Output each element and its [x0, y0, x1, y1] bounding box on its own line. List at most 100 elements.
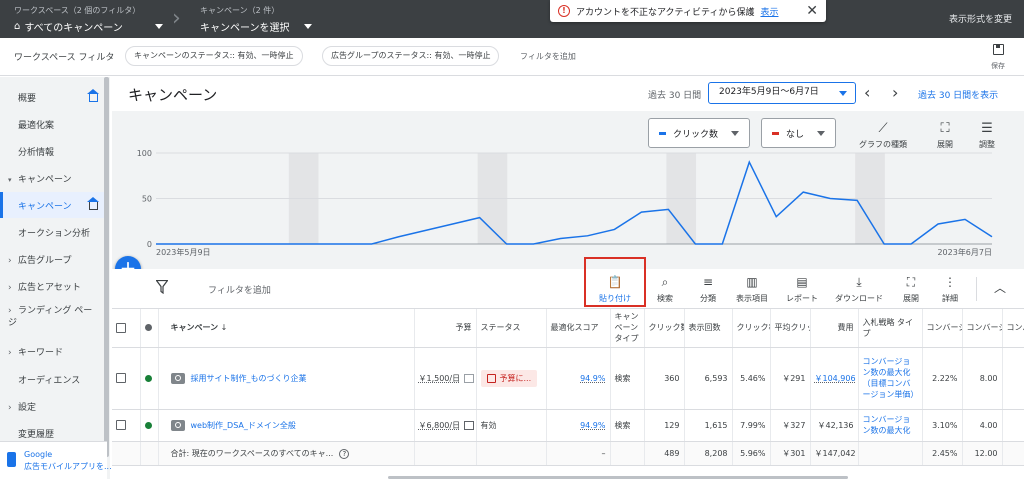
tune-icon: ☰ — [981, 121, 993, 136]
sidebar-item-audiences[interactable]: オーディエンス — [18, 373, 80, 386]
col-clicks[interactable]: クリック数 — [644, 309, 685, 348]
help-icon[interactable]: ? — [339, 448, 350, 459]
y-tick-label: 100 — [137, 149, 152, 158]
campaign-name-link[interactable]: web制作_DSA_ドメイン全般 — [191, 421, 296, 430]
adgroup-status-chip[interactable]: 広告グループのステータス:: 有効、一時停止 — [322, 46, 500, 66]
col-campaign-type[interactable]: キャンペーン タイプ — [610, 309, 645, 348]
campaign-selector[interactable]: キャンペーン（2 件） キャンペーンを選択 — [200, 5, 312, 34]
sidebar-item-change-history[interactable]: 変更履歴 — [18, 427, 54, 440]
date-range-picker[interactable]: 2023年5月9日～6月7日 — [708, 82, 856, 104]
sidebar-section-landing-pages[interactable]: ランディング ページ — [8, 305, 98, 329]
col-impressions[interactable]: 表示回数 — [684, 309, 733, 348]
budget-value[interactable]: ￥1,500/日 — [419, 374, 461, 383]
budget-value[interactable]: ￥6,800/日 — [419, 421, 461, 430]
workspace-label: ワークスペース（2 個のフィルタ） — [14, 6, 141, 15]
sidebar-section-keywords[interactable]: キーワード — [8, 345, 63, 358]
campaign-status-chip[interactable]: キャンペーンのステータス:: 有効、一時停止 — [125, 46, 303, 66]
col-status[interactable]: ステータス — [476, 309, 547, 348]
sidebar-item-insights[interactable]: 分析情報 — [18, 145, 54, 158]
col-ctr[interactable]: クリック率 — [732, 309, 771, 348]
col-avg-cpc[interactable]: 平均クリック単価 — [770, 309, 811, 348]
campaign-name-link[interactable]: 採用サイト制作_ものづくり企業 — [191, 374, 307, 383]
workspace-selector[interactable]: ワークスペース（2 個のフィルタ） ⌂ すべてのキャンペーン — [14, 5, 163, 34]
mobile-ad-line2: 広告モバイルアプリを... — [24, 462, 112, 471]
row-checkbox[interactable] — [116, 373, 126, 383]
y-tick-label: 0 — [147, 240, 152, 249]
sidebar-scrollbar[interactable] — [104, 77, 109, 457]
previous-period-icon[interactable]: ‹ — [864, 83, 870, 102]
col-conv-rate[interactable]: コンバージョン — [922, 309, 963, 348]
col-budget[interactable]: 予算 — [414, 309, 477, 348]
budget-chart-icon[interactable] — [464, 373, 475, 383]
notification-link[interactable]: 表示 — [760, 5, 778, 18]
col-cost[interactable]: 費用 — [810, 309, 859, 348]
download-button[interactable]: ⤓ ダウンロード — [835, 275, 883, 304]
chevron-down-icon — [817, 130, 826, 136]
sidebar-section-adgroups[interactable]: 広告グループ — [8, 253, 71, 266]
cost-value[interactable]: ￥104,906 — [815, 374, 856, 383]
more-button[interactable]: ⋮ 詳細 — [942, 275, 958, 304]
next-period-icon[interactable]: › — [892, 83, 898, 102]
col-bid-strategy[interactable]: 入札戦略 タイプ — [858, 309, 923, 348]
view-change-button[interactable]: 表示形式を変更 — [949, 12, 1012, 25]
reports-button[interactable]: ▤ レポート — [786, 275, 818, 304]
clicks-value: 129 — [644, 409, 685, 442]
sidebar-section-settings[interactable]: 設定 — [8, 400, 36, 413]
add-filter-link[interactable]: フィルタを追加 — [520, 51, 576, 62]
search-button[interactable]: ⌕ 検索 — [657, 275, 673, 304]
close-icon[interactable]: ✕ — [806, 3, 818, 19]
mobile-ad-line1: Google — [24, 450, 53, 459]
sidebar-section-ads-assets[interactable]: 広告とアセット — [8, 280, 81, 293]
col-conv-cost[interactable]: コンバージョン単価 — [962, 309, 1003, 348]
status-badge[interactable]: 予算に... — [480, 369, 538, 387]
mobile-app-promo[interactable]: Google 広告モバイルアプリを... — [0, 441, 112, 479]
campaign-table: キャンペーン ↓ 予算 ステータス 最適化スコア キャンペーン タイプ クリック… — [112, 309, 1024, 479]
sidebar-item-campaigns[interactable]: キャンペーン — [18, 199, 72, 212]
save-icon — [992, 44, 1004, 55]
table-toolbar: フィルタを追加 📋 貼り付け ⌕ 検索 ≡ 分類 ▥ 表示項目 ▤ レポート ⤓… — [112, 257, 1024, 309]
metric1-selector[interactable]: クリック数 — [648, 118, 751, 148]
col-conversions[interactable]: コンバージョン — [1002, 309, 1024, 348]
col-campaign[interactable]: キャンペーン ↓ — [158, 309, 415, 348]
cpc-value: ￥291 — [770, 347, 811, 410]
page-title: キャンペーン — [128, 86, 218, 104]
chart-type-button[interactable]: ⟋ グラフの種類 — [856, 121, 910, 150]
filter-icon[interactable] — [156, 280, 168, 294]
chevron-down-icon — [303, 24, 312, 29]
paste-button[interactable]: 📋 貼り付け — [599, 275, 631, 304]
select-all-checkbox[interactable] — [116, 322, 126, 333]
sidebar-section-campaigns[interactable]: キャンペーン — [8, 172, 72, 185]
col-opt-score[interactable]: 最適化スコア — [546, 309, 611, 348]
chevron-right-icon: › — [172, 6, 181, 31]
sidebar-item-auction-insights[interactable]: オークション分析 — [18, 226, 90, 239]
bid-strategy-link[interactable]: コンバージョン数の最大化 — [863, 414, 918, 436]
show-last-30-days-link[interactable]: 過去 30 日間を表示 — [918, 88, 998, 101]
ctr-value: 5.46% — [732, 347, 771, 410]
segment-button[interactable]: ≡ 分類 — [700, 275, 716, 304]
home-icon[interactable] — [87, 197, 99, 210]
chart-adjust-button[interactable]: ☰ 調整 — [960, 121, 1014, 150]
status-text: 予算に... — [499, 373, 532, 383]
bid-strategy-link[interactable]: コンバージョン数の最大化（目標コンバージョン単価） — [863, 356, 919, 400]
save-button[interactable]: 保存 — [986, 44, 1010, 71]
table-row[interactable]: web制作_DSA_ドメイン全般 ￥6,800/日 有効 94.9% 検索 12… — [112, 409, 1024, 442]
opt-score-value[interactable]: 94.9% — [580, 421, 605, 430]
budget-chart-icon[interactable] — [464, 420, 475, 430]
table-row[interactable]: 採用サイト制作_ものづくり企業 ￥1,500/日 予算に... 94.9% 検索… — [112, 347, 1024, 410]
opt-score-value[interactable]: 94.9% — [580, 374, 605, 383]
metric2-selector[interactable]: なし — [761, 118, 837, 148]
col-campaign-label: キャンペーン — [170, 323, 219, 333]
table-filter-add[interactable]: フィルタを追加 — [208, 283, 271, 296]
columns-button[interactable]: ▥ 表示項目 — [736, 275, 768, 304]
sidebar-item-recommendations[interactable]: 最適化案 — [18, 118, 54, 131]
select-all-cell[interactable] — [112, 309, 141, 348]
expand-button[interactable]: ⛶ 展開 — [903, 275, 919, 304]
chevron-up-icon[interactable]: ︿ — [994, 279, 1006, 296]
metric1-label: クリック数 — [673, 129, 719, 140]
row-checkbox[interactable] — [116, 420, 126, 430]
reports-label: レポート — [786, 294, 818, 303]
enabled-status-dot — [144, 421, 152, 429]
sidebar-item-overview[interactable]: 概要 — [18, 91, 36, 104]
home-icon[interactable] — [87, 89, 99, 102]
table-header-row: キャンペーン ↓ 予算 ステータス 最適化スコア キャンペーン タイプ クリック… — [112, 309, 1024, 348]
